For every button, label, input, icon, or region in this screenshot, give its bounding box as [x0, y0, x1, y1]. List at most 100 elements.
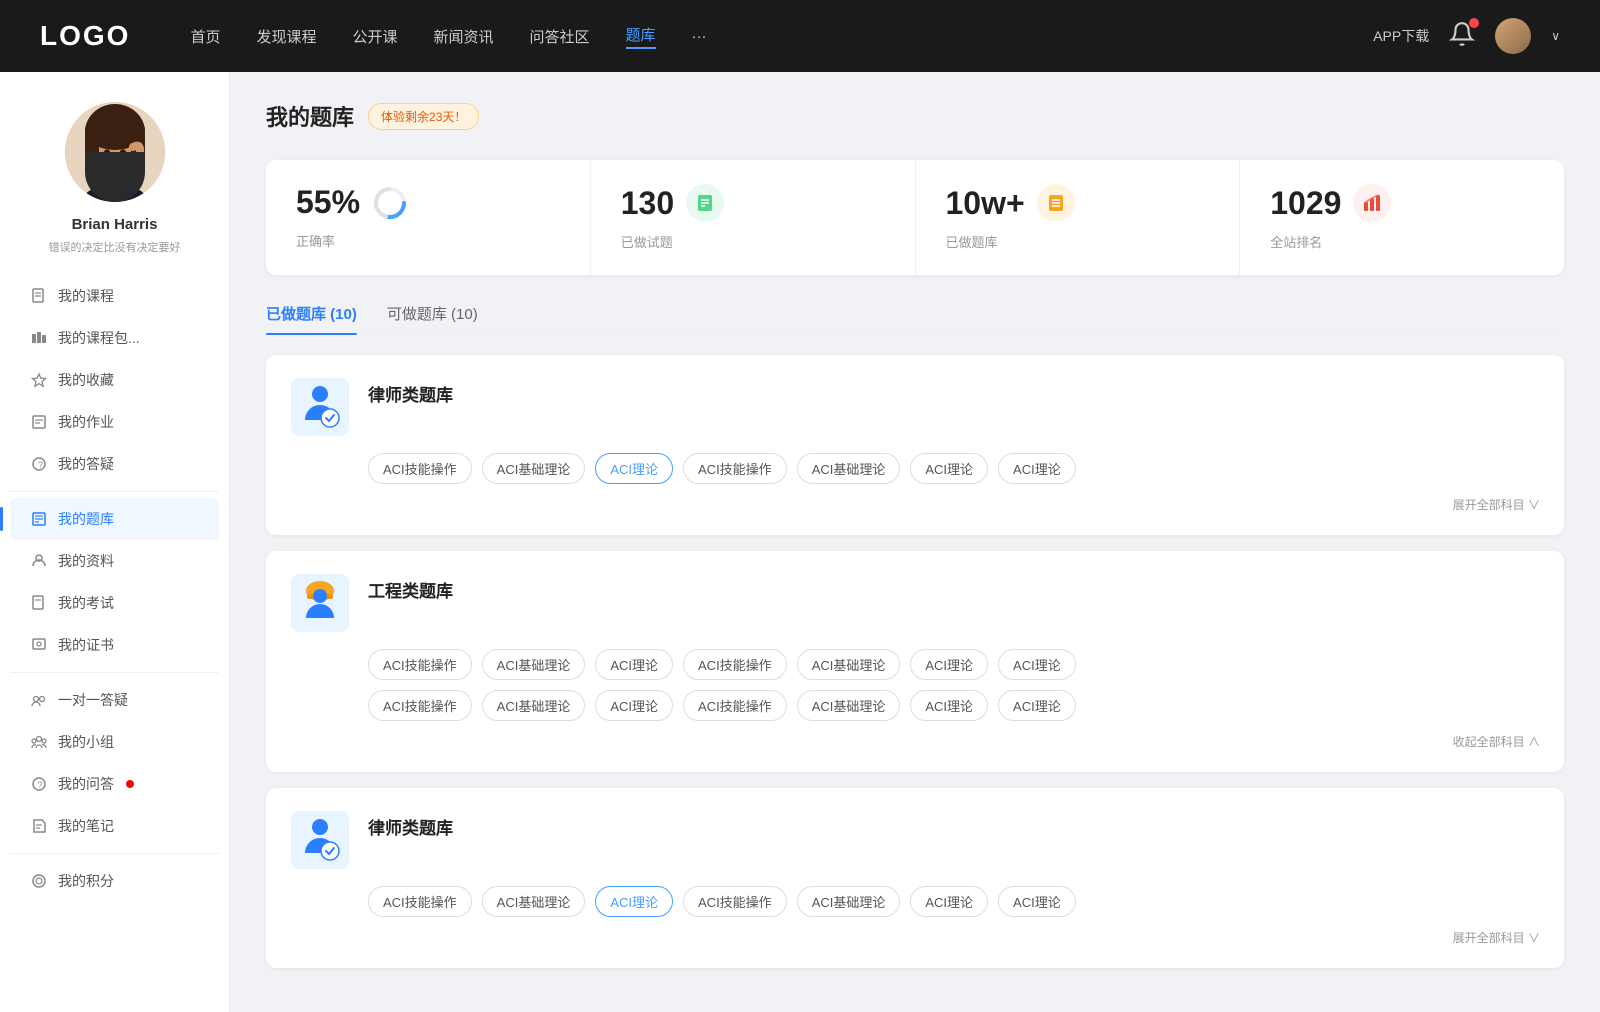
my-course-icon [30, 287, 48, 305]
tag-lawyer2-3[interactable]: ACI技能操作 [683, 886, 787, 917]
tag-lawyer1-4[interactable]: ACI基础理论 [797, 453, 901, 484]
divider-1 [10, 491, 219, 492]
tag-eng-r1-2[interactable]: ACI理论 [595, 649, 673, 680]
sidebar-item-my-qa[interactable]: ? 我的问答 [10, 763, 219, 805]
tag-eng-r1-5[interactable]: ACI理论 [910, 649, 988, 680]
lawyer-figure-svg [291, 378, 349, 436]
tag-eng-r2-2[interactable]: ACI理论 [595, 690, 673, 721]
user-menu-chevron[interactable]: ∨ [1551, 29, 1560, 43]
nav-discover[interactable]: 发现课程 [256, 26, 316, 47]
sidebar-item-1on1[interactable]: 一对一答疑 [10, 679, 219, 721]
stat-value-done-banks: 10w+ [946, 185, 1025, 222]
tabs-row: 已做题库 (10) 可做题库 (10) [266, 303, 1564, 335]
qa-notification-dot [126, 780, 134, 788]
tag-eng-r2-0[interactable]: ACI技能操作 [368, 690, 472, 721]
tag-eng-r2-6[interactable]: ACI理论 [998, 690, 1076, 721]
qbank-card-lawyer1: 律师类题库 ACI技能操作 ACI基础理论 ACI理论 ACI技能操作 ACI基… [266, 355, 1564, 535]
nav-qa[interactable]: 问答社区 [530, 26, 590, 47]
certificate-icon [30, 636, 48, 654]
notes-icon [30, 817, 48, 835]
nav-menu: 首页 发现课程 公开课 新闻资讯 问答社区 题库 ··· [190, 24, 1373, 49]
tag-lawyer2-5[interactable]: ACI理论 [910, 886, 988, 917]
stat-rank: 1029 全站排名 [1240, 160, 1564, 275]
tag-lawyer1-1[interactable]: ACI基础理论 [482, 453, 586, 484]
tag-lawyer1-2[interactable]: ACI理论 [595, 453, 673, 484]
nav-more[interactable]: ··· [692, 28, 707, 45]
sidebar-item-notes[interactable]: 我的笔记 [10, 805, 219, 847]
sidebar-item-qbank[interactable]: 我的题库 [10, 498, 219, 540]
tag-eng-r2-4[interactable]: ACI基础理论 [797, 690, 901, 721]
tab-done-banks[interactable]: 已做题库 (10) [266, 303, 357, 334]
sidebar-item-my-course[interactable]: 我的课程 [10, 275, 219, 317]
tags-row-engineer-2: ACI技能操作 ACI基础理论 ACI理论 ACI技能操作 ACI基础理论 AC… [290, 690, 1540, 721]
sidebar-item-course-package[interactable]: 我的课程包... [10, 317, 219, 359]
qbank-title-lawyer1: 律师类题库 [368, 377, 453, 406]
tags-row-lawyer1: ACI技能操作 ACI基础理论 ACI理论 ACI技能操作 ACI基础理论 AC… [290, 453, 1540, 484]
tag-lawyer1-6[interactable]: ACI理论 [998, 453, 1076, 484]
lawyer-icon [290, 377, 350, 437]
qbank-header-lawyer2: 律师类题库 [290, 810, 1540, 870]
tag-eng-r2-1[interactable]: ACI基础理论 [482, 690, 586, 721]
sidebar-item-points[interactable]: 我的积分 [10, 860, 219, 902]
stat-value-done-questions: 130 [621, 185, 674, 222]
stat-top-rank: 1029 [1270, 184, 1534, 222]
user-avatar [65, 102, 165, 202]
tag-eng-r1-0[interactable]: ACI技能操作 [368, 649, 472, 680]
qbank-title-engineer: 工程类题库 [368, 573, 453, 602]
stat-value-accuracy: 55% [296, 184, 360, 221]
qbank-header-lawyer1: 律师类题库 [290, 377, 1540, 437]
nav-qbank[interactable]: 题库 [626, 24, 656, 49]
exam-icon [30, 594, 48, 612]
navbar: LOGO 首页 发现课程 公开课 新闻资讯 问答社区 题库 ··· APP下载 … [0, 0, 1600, 72]
nav-open-course[interactable]: 公开课 [352, 26, 397, 47]
app-download-button[interactable]: APP下载 [1373, 26, 1429, 46]
sidebar-item-profile[interactable]: 我的资料 [10, 540, 219, 582]
tag-eng-r2-3[interactable]: ACI技能操作 [683, 690, 787, 721]
tag-eng-r2-5[interactable]: ACI理论 [910, 690, 988, 721]
qbank-card-lawyer2: 律师类题库 ACI技能操作 ACI基础理论 ACI理论 ACI技能操作 ACI基… [266, 788, 1564, 968]
svg-text:?: ? [38, 460, 43, 470]
avatar-image [65, 102, 165, 202]
stat-done-banks: 10w+ 已做题库 [916, 160, 1241, 275]
sidebar-item-questions[interactable]: ? 我的答疑 [10, 443, 219, 485]
qbank-header-engineer: 工程类题库 [290, 573, 1540, 633]
tag-lawyer1-5[interactable]: ACI理论 [910, 453, 988, 484]
tag-lawyer2-6[interactable]: ACI理论 [998, 886, 1076, 917]
group-icon [30, 733, 48, 751]
my-qa-icon: ? [30, 775, 48, 793]
sidebar-item-homework[interactable]: 我的作业 [10, 401, 219, 443]
tag-lawyer2-1[interactable]: ACI基础理论 [482, 886, 586, 917]
stats-row: 55% 正确率 130 [266, 160, 1564, 275]
tags-row-engineer-1: ACI技能操作 ACI基础理论 ACI理论 ACI技能操作 ACI基础理论 AC… [290, 649, 1540, 680]
nav-news[interactable]: 新闻资讯 [434, 26, 494, 47]
sidebar-item-group[interactable]: 我的小组 [10, 721, 219, 763]
tag-lawyer2-4[interactable]: ACI基础理论 [797, 886, 901, 917]
notification-bell-button[interactable] [1449, 21, 1475, 52]
bar-chart-icon [1353, 184, 1391, 222]
stat-label-accuracy: 正确率 [296, 231, 560, 250]
tag-lawyer2-2[interactable]: ACI理论 [595, 886, 673, 917]
sidebar-item-favorites[interactable]: 我的收藏 [10, 359, 219, 401]
user-name: Brian Harris [72, 216, 158, 233]
expand-lawyer1[interactable]: 展开全部科目 ∨ [290, 496, 1540, 513]
engineer-icon [290, 573, 350, 633]
sidebar-item-exam[interactable]: 我的考试 [10, 582, 219, 624]
sidebar-item-certificate[interactable]: 我的证书 [10, 624, 219, 666]
user-motto: 错误的决定比没有决定要好 [29, 239, 201, 255]
expand-lawyer2[interactable]: 展开全部科目 ∨ [290, 929, 1540, 946]
divider-2 [10, 672, 219, 673]
tab-available-banks[interactable]: 可做题库 (10) [387, 303, 478, 334]
donut-chart-icon [372, 185, 408, 221]
tag-lawyer2-0[interactable]: ACI技能操作 [368, 886, 472, 917]
stat-top-done-questions: 130 [621, 184, 885, 222]
questions-icon: ? [30, 455, 48, 473]
tag-lawyer1-0[interactable]: ACI技能操作 [368, 453, 472, 484]
collapse-engineer[interactable]: 收起全部科目 ∧ [290, 733, 1540, 750]
nav-home[interactable]: 首页 [190, 26, 220, 47]
tag-lawyer1-3[interactable]: ACI技能操作 [683, 453, 787, 484]
tag-eng-r1-1[interactable]: ACI基础理论 [482, 649, 586, 680]
tag-eng-r1-4[interactable]: ACI基础理论 [797, 649, 901, 680]
tag-eng-r1-3[interactable]: ACI技能操作 [683, 649, 787, 680]
tag-eng-r1-6[interactable]: ACI理论 [998, 649, 1076, 680]
user-avatar-nav[interactable] [1495, 18, 1531, 54]
